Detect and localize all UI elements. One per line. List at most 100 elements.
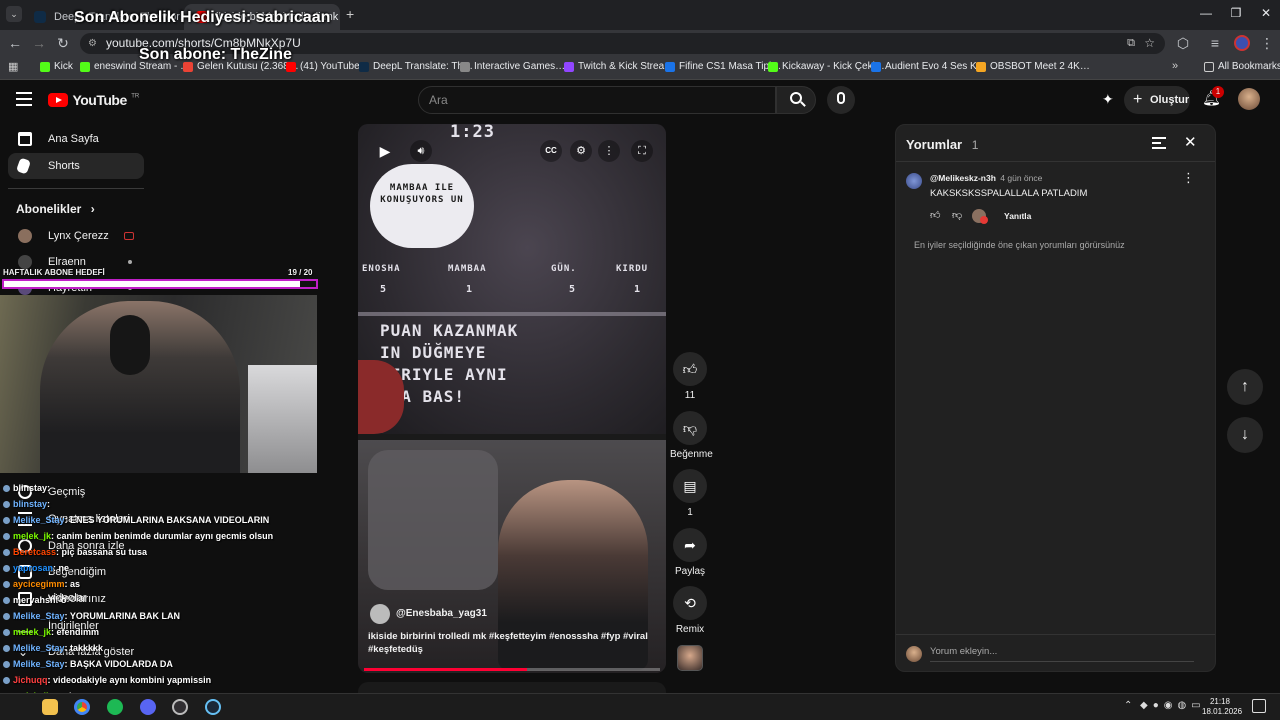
hamburger-menu-icon[interactable] <box>16 92 32 106</box>
more-options-icon[interactable]: ⋮ <box>598 140 620 162</box>
comment-text: KAKSKSKSSPALALLALA PATLADIM <box>930 188 1088 199</box>
browser-menu-icon[interactable]: ⋮ <box>1258 34 1276 52</box>
reload-icon[interactable]: ↻ <box>54 34 72 52</box>
obs-icon[interactable] <box>172 699 188 715</box>
channel-avatar[interactable] <box>370 604 390 624</box>
comments-button[interactable]: ▤ 1 <box>672 469 708 518</box>
profile-avatar[interactable] <box>1234 35 1250 51</box>
reply-button[interactable]: Yanıtla <box>1004 211 1031 221</box>
sidebar-sub-lynx[interactable]: Lynx Çerezz <box>8 223 144 249</box>
progress-fill <box>364 668 527 671</box>
score-label: GÜN. <box>551 264 577 274</box>
sidebar-item-shorts[interactable]: Shorts <box>8 153 144 179</box>
bookmark-item[interactable]: Fifine CS1 Masa Tipi… <box>665 61 781 72</box>
comment-author[interactable]: @Melikeskz-n3h <box>930 173 996 183</box>
weekly-goal-label: HAFTALIK ABONE HEDEFİ <box>3 268 105 277</box>
bookmark-label: Kick <box>54 61 73 72</box>
score-value: 1 <box>466 284 474 295</box>
progress-track[interactable] <box>364 668 660 671</box>
voice-search-button[interactable] <box>827 86 855 114</box>
comment-dislike-icon[interactable]: 👎︎ <box>952 209 962 221</box>
taskbar-clock[interactable]: 21:18 18.01.2026 <box>1202 697 1242 717</box>
shorts-player[interactable]: 1:23 MAMBAA ILE KONUŞUYORS UN ENOSHA 5 MAM… <box>358 124 666 673</box>
chat-message: Jichuqq: videodakiyle aynı kombini yapmi… <box>3 675 211 685</box>
remix-button[interactable]: ⟲ Remix <box>672 586 708 635</box>
bookmark-label: DeepL Translate: Th… <box>373 61 474 72</box>
cast-icon[interactable]: ✦ <box>1102 91 1118 107</box>
create-button[interactable]: + Oluştur <box>1124 86 1190 114</box>
game-divider <box>358 312 666 316</box>
account-avatar[interactable] <box>1238 88 1260 110</box>
weekly-goal-widget: HAFTALIK ABONE HEDEFİ 19 / 20 <box>0 266 319 292</box>
close-window-button[interactable]: ✕ <box>1256 6 1276 24</box>
minimize-button[interactable]: — <box>1196 6 1216 24</box>
install-icon[interactable]: ⧉ <box>1127 33 1135 54</box>
steam-icon[interactable] <box>205 699 221 715</box>
sort-icon[interactable] <box>1152 137 1166 149</box>
bookmark-label: Interactive Games… <box>474 61 566 72</box>
tray-icons[interactable]: ◆●◉◍▭ <box>1140 700 1206 711</box>
chat-message: aycicegimm: as <box>3 579 80 589</box>
chat-text: : as <box>64 579 81 589</box>
comments-panel: Yorumlar 1 ✕ @Melikeskz-n3h 4 gün önce K… <box>895 124 1216 672</box>
bookmark-item[interactable]: Kick <box>40 61 73 72</box>
webcam-feed <box>0 295 317 473</box>
subscriptions-label: Abonelikler <box>16 202 82 216</box>
bookmark-item[interactable]: Audient Evo 4 Ses K… <box>871 61 987 72</box>
chat-badge-icon <box>3 517 10 524</box>
subscriptions-header[interactable]: Abonelikler › <box>16 202 95 216</box>
sidebar-item-home[interactable]: Ana Sayfa <box>8 126 144 152</box>
short-caption: ikiside birbirini trolledi mk #keşfettey… <box>368 631 648 655</box>
search-input[interactable]: Ara <box>418 86 776 114</box>
sound-thumbnail[interactable] <box>677 645 703 671</box>
comment-like-icon[interactable]: 👍︎ <box>930 209 940 221</box>
comment-author-avatar[interactable] <box>906 173 922 189</box>
chat-text: : piç bassana su tusa <box>56 547 148 557</box>
play-button[interactable]: ▶ <box>374 140 396 162</box>
add-comment-input[interactable]: Yorum ekleyin... <box>930 646 1194 662</box>
volume-button[interactable]: 🔊︎ <box>410 140 432 162</box>
bookmark-item[interactable]: Interactive Games… <box>460 61 565 72</box>
channel-name[interactable]: @Enesbaba_yag31 <box>396 608 487 619</box>
discord-icon[interactable] <box>140 699 156 715</box>
close-icon[interactable]: ✕ <box>1184 133 1197 151</box>
bookmark-item[interactable]: DeepL Translate: Th… <box>359 61 473 72</box>
dislike-button[interactable]: 👎︎ Beğenme <box>670 411 713 460</box>
new-tab-button[interactable]: + <box>346 6 360 22</box>
spotify-icon[interactable] <box>107 699 123 715</box>
extensions-icon[interactable]: ⬡ <box>1174 34 1192 52</box>
comment-more-icon[interactable]: ⋮ <box>1182 170 1195 186</box>
previous-short-button[interactable]: ↑ <box>1227 369 1263 405</box>
file-explorer-icon[interactable] <box>42 699 58 715</box>
captions-button[interactable]: CC <box>540 140 562 162</box>
sidebar-item-label: Ana Sayfa <box>48 133 99 145</box>
chat-text: : efendimm <box>51 627 100 637</box>
chat-username: melek_jk <box>13 627 52 637</box>
plus-icon: + <box>1133 91 1143 108</box>
settings-gear-icon[interactable]: ⚙ <box>570 140 592 162</box>
like-button[interactable]: 👍︎ 11 <box>672 352 708 401</box>
site-info-icon[interactable]: ⚙ <box>88 33 97 54</box>
bookmark-item[interactable]: Kickaway - Kick Çeki… <box>768 61 885 72</box>
chrome-icon[interactable] <box>74 699 90 715</box>
next-short-button[interactable]: ↓ <box>1227 417 1263 453</box>
bookmark-item[interactable]: (41) YouTube <box>286 61 360 72</box>
more-bookmarks-chevron-icon[interactable]: » <box>1172 60 1178 72</box>
fullscreen-icon[interactable]: ⛶ <box>631 140 653 162</box>
search-button[interactable] <box>776 86 816 114</box>
share-button[interactable]: ➦ Paylaş <box>672 528 708 577</box>
notification-center-icon[interactable] <box>1252 699 1266 713</box>
bookmark-star-icon[interactable]: ☆ <box>1144 33 1155 54</box>
youtube-logo[interactable]: YouTube TR <box>48 91 139 109</box>
bookmark-item[interactable]: Twitch & Kick Strea… <box>564 61 674 72</box>
tab-search-button[interactable]: ⌄ <box>6 6 22 22</box>
all-bookmarks-folder[interactable]: All Bookmarks <box>1204 61 1280 72</box>
tray-chevron-icon[interactable]: ⌃ <box>1124 700 1132 711</box>
bookmark-favicon-icon <box>871 62 881 72</box>
restore-button[interactable]: ❐ <box>1226 6 1246 24</box>
back-arrow-icon[interactable]: ← <box>6 34 24 52</box>
bookmark-item[interactable]: OBSBOT Meet 2 4K… <box>976 61 1090 72</box>
media-control-icon[interactable]: ≡ <box>1206 34 1224 52</box>
apps-grid-icon[interactable]: ▦ <box>8 61 20 73</box>
forward-arrow-icon[interactable]: → <box>30 34 48 52</box>
